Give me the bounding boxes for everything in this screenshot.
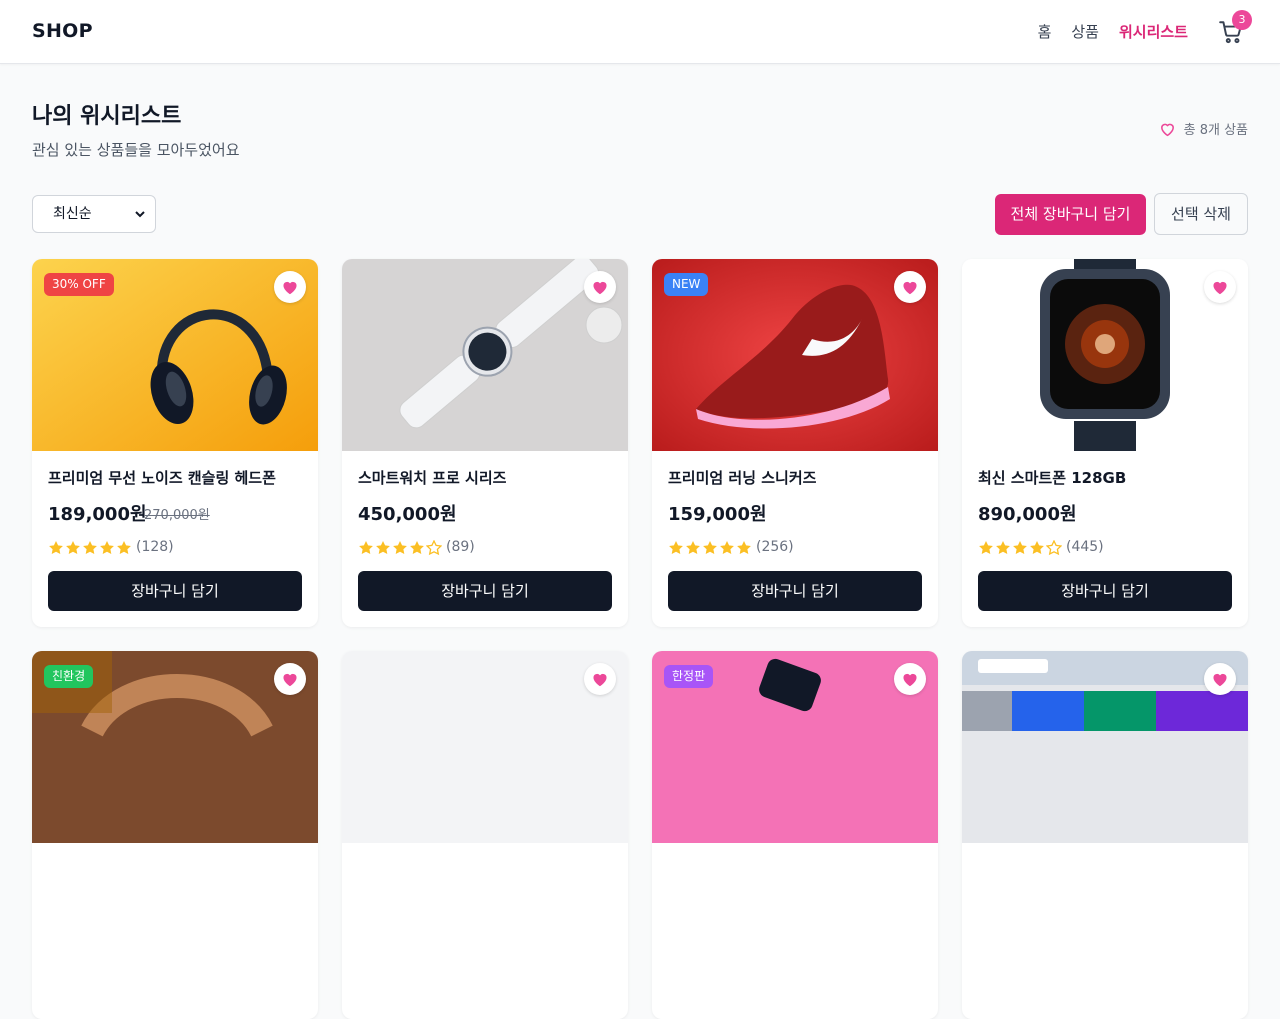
star-filled-icon <box>376 541 390 554</box>
star-filled-icon <box>359 541 373 554</box>
star-filled-icon <box>686 541 700 554</box>
heart-outline-icon <box>1160 123 1174 136</box>
product-name[interactable]: 프리미엄 무선 노이즈 캔슬링 헤드폰 <box>48 467 276 488</box>
heart-icon <box>283 673 297 687</box>
heart-icon <box>903 673 917 687</box>
product-name[interactable]: 프리미엄 러닝 스니커즈 <box>668 467 816 488</box>
total-count-label: 총 8개 상품 <box>1183 123 1248 138</box>
heart-icon <box>593 281 607 295</box>
main-nav: 홈 상품 위시리스트 <box>1038 21 1188 42</box>
star-empty-icon <box>426 540 442 556</box>
shop-logo[interactable]: SHOP <box>32 20 93 42</box>
add-to-cart-button[interactable]: 장바구니 담기 <box>978 571 1232 611</box>
review-count: (128) <box>136 539 174 555</box>
discount-badge: 30% OFF <box>44 273 114 296</box>
add-to-cart-button[interactable]: 장바구니 담기 <box>358 571 612 611</box>
rating-stars <box>668 540 752 556</box>
product-card[interactable] <box>342 651 628 1019</box>
heart-icon <box>283 281 297 295</box>
add-to-cart-button[interactable]: 장바구니 담기 <box>48 571 302 611</box>
star-filled-icon <box>1013 541 1027 554</box>
nav-products[interactable]: 상품 <box>1071 21 1099 42</box>
rating-stars <box>358 540 442 556</box>
star-filled-icon <box>100 541 114 554</box>
product-price: 890,000원 <box>978 504 1077 525</box>
cart-count-badge: 3 <box>1232 10 1252 30</box>
star-filled-icon <box>979 541 993 554</box>
rating-stars <box>978 540 1062 556</box>
star-filled-icon <box>66 541 80 554</box>
wishlist-toggle-button[interactable] <box>894 663 926 695</box>
product-name[interactable]: 스마트워치 프로 시리즈 <box>358 467 506 488</box>
star-filled-icon <box>117 541 131 554</box>
product-price: 450,000원 <box>358 504 457 525</box>
nav-wishlist[interactable]: 위시리스트 <box>1119 21 1188 42</box>
star-filled-icon <box>720 541 734 554</box>
new-badge: NEW <box>664 273 709 296</box>
product-card[interactable]: 친환경 <box>32 651 318 1019</box>
star-filled-icon <box>703 541 717 554</box>
star-empty-icon <box>1046 540 1062 556</box>
wishlist-toggle-button[interactable] <box>1204 663 1236 695</box>
star-filled-icon <box>83 541 97 554</box>
total-count: 총 8개 상품 <box>1159 119 1248 138</box>
star-filled-icon <box>393 541 407 554</box>
sort-select[interactable]: 최신순 <box>32 195 156 233</box>
nav-home[interactable]: 홈 <box>1038 21 1052 42</box>
page-title: 나의 위시리스트 <box>32 104 182 129</box>
star-filled-icon <box>1030 541 1044 554</box>
chevron-down-icon <box>135 211 145 218</box>
review-count: (256) <box>756 539 794 555</box>
sort-selected-value: 최신순 <box>53 206 92 222</box>
star-filled-icon <box>669 541 683 554</box>
product-price: 159,000원 <box>668 504 767 525</box>
review-count: (445) <box>1066 539 1104 555</box>
product-original-price: 270,000원 <box>144 508 210 523</box>
eco-badge: 친환경 <box>44 665 94 688</box>
add-all-to-cart-button[interactable]: 전체 장바구니 담기 <box>995 194 1146 235</box>
wishlist-toggle-button[interactable] <box>1204 271 1236 303</box>
add-to-cart-button[interactable]: 장바구니 담기 <box>668 571 922 611</box>
star-filled-icon <box>410 541 424 554</box>
heart-icon <box>1213 673 1227 687</box>
product-name[interactable]: 최신 스마트폰 128GB <box>978 467 1126 488</box>
wishlist-toggle-button[interactable] <box>274 663 306 695</box>
wishlist-toggle-button[interactable] <box>584 663 616 695</box>
limited-badge: 한정판 <box>664 665 714 688</box>
review-count: (89) <box>446 539 475 555</box>
wishlist-toggle-button[interactable] <box>274 271 306 303</box>
product-card[interactable]: 최신 스마트폰 128GB 890,000원 (445) 장바구니 담기 <box>962 259 1248 627</box>
star-filled-icon <box>49 541 63 554</box>
star-filled-icon <box>996 541 1010 554</box>
heart-icon <box>903 281 917 295</box>
wishlist-toggle-button[interactable] <box>584 271 616 303</box>
heart-icon <box>1213 281 1227 295</box>
product-card[interactable]: 30% OFF 프리미엄 무선 노이즈 캔슬링 헤드폰 189,000원 270… <box>32 259 318 627</box>
wishlist-toggle-button[interactable] <box>894 271 926 303</box>
product-card[interactable]: 스마트워치 프로 시리즈 450,000원 (89) 장바구니 담기 <box>342 259 628 627</box>
star-filled-icon <box>737 541 751 554</box>
delete-selected-button[interactable]: 선택 삭제 <box>1154 193 1248 235</box>
product-card[interactable]: 한정판 <box>652 651 938 1019</box>
heart-icon <box>593 673 607 687</box>
product-card[interactable] <box>962 651 1248 1019</box>
product-card[interactable]: NEW 프리미엄 러닝 스니커즈 159,000원 (256) 장바구니 담기 <box>652 259 938 627</box>
page-subtitle: 관심 있는 상품들을 모아두었어요 <box>32 141 240 159</box>
top-header: SHOP 홈 상품 위시리스트 3 <box>0 0 1280 64</box>
product-price: 189,000원 <box>48 504 147 525</box>
rating-stars <box>48 540 132 556</box>
